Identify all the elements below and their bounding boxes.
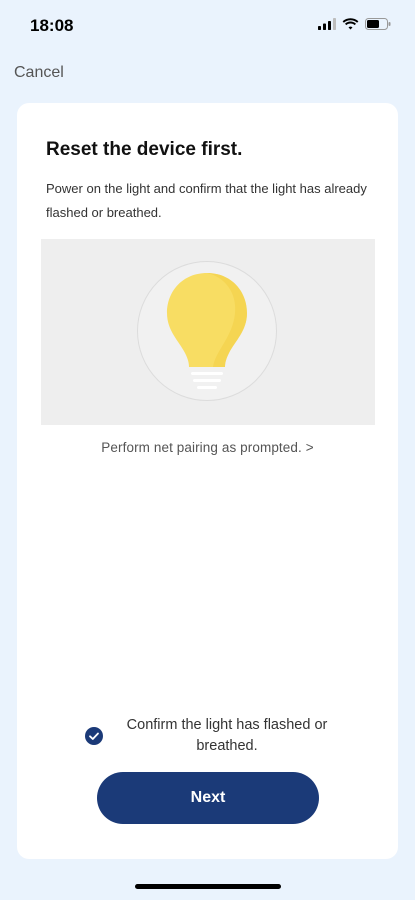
reset-instructions-card: Reset the device first. Power on the lig… [17,103,398,859]
confirm-checkbox-row[interactable]: Confirm the light has flashed or breathe… [85,715,345,755]
cancel-button[interactable]: Cancel [14,64,64,82]
checkmark-icon [89,732,99,740]
light-bulb-icon [166,272,247,389]
confirm-checkbox-label: Confirm the light has flashed or breathe… [126,717,328,754]
status-icons [318,18,391,30]
wifi-icon [342,18,359,30]
reset-illustration [41,239,375,425]
bulb-circle [137,261,277,401]
cellular-signal-icon [318,18,336,30]
page-title: Reset the device first. [46,139,243,160]
net-pairing-link[interactable]: Perform net pairing as prompted. > [17,440,398,455]
next-button[interactable]: Next [97,772,319,824]
home-indicator[interactable] [135,884,281,889]
status-time: 18:08 [30,16,74,35]
confirm-checkbox[interactable] [85,727,103,745]
instruction-text: Power on the light and confirm that the … [46,181,367,220]
status-bar: 18:08 [0,0,415,50]
battery-icon [365,18,391,30]
